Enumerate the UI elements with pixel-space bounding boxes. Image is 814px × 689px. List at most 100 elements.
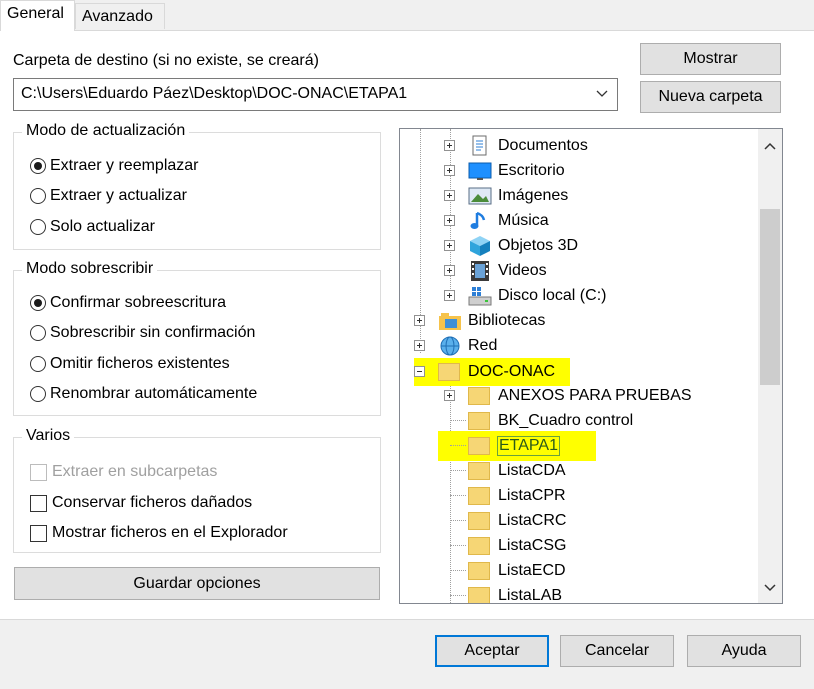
tree-item-label: Documentos xyxy=(498,136,588,154)
tree-item-label: ListaCSG xyxy=(498,536,567,554)
checkbox-keep-broken[interactable]: Conservar ficheros dañados xyxy=(30,492,252,514)
tree-item-label: Red xyxy=(468,336,498,354)
radio-overwrite-no-confirm[interactable]: Sobrescribir sin confirmación xyxy=(30,322,255,344)
tree-item-anexos[interactable]: ANEXOS PARA PRUEBAS xyxy=(444,383,692,408)
radio-extract-replace[interactable]: Extraer y reemplazar xyxy=(30,155,199,177)
documents-icon xyxy=(468,135,492,157)
expand-icon[interactable] xyxy=(444,240,455,251)
videos-icon xyxy=(468,260,492,282)
tree-item-disco-local[interactable]: Disco local (C:) xyxy=(444,283,606,308)
tab-advanced[interactable]: Avanzado xyxy=(75,3,165,29)
radio-confirm-overwrite[interactable]: Confirmar sobreescritura xyxy=(30,292,226,314)
cancel-button[interactable]: Cancelar xyxy=(560,635,674,667)
folder-icon xyxy=(468,510,492,532)
overwrite-mode-title: Modo sobrescribir xyxy=(22,260,158,278)
radio-auto-rename[interactable]: Renombrar automáticamente xyxy=(30,383,257,405)
show-button[interactable]: Mostrar xyxy=(640,43,781,75)
tree-item-musica[interactable]: Música xyxy=(444,208,549,233)
expand-icon[interactable] xyxy=(444,215,455,226)
folder-icon xyxy=(468,585,492,603)
checkbox xyxy=(30,463,47,481)
tree-item-listaecd[interactable]: ListaECD xyxy=(444,558,566,583)
folder-tree[interactable]: Documentos Escritorio Imágenes Música Ob… xyxy=(399,128,783,604)
collapse-icon[interactable] xyxy=(414,366,425,377)
tree-scrollbar[interactable] xyxy=(758,129,782,603)
radio-button[interactable] xyxy=(30,356,46,372)
radio-extract-update[interactable]: Extraer y actualizar xyxy=(30,185,187,207)
radio-button[interactable] xyxy=(30,325,46,341)
tree-item-listacsg[interactable]: ListaCSG xyxy=(444,533,566,558)
new-folder-button[interactable]: Nueva carpeta xyxy=(640,81,781,113)
folder-icon xyxy=(468,410,492,432)
expand-icon[interactable] xyxy=(444,390,455,401)
tree-item-etapa1[interactable]: ETAPA1 xyxy=(438,431,596,461)
tree-item-listalab[interactable]: ListaLAB xyxy=(444,583,562,603)
destination-label: Carpeta de destino (si no existe, se cre… xyxy=(13,52,319,69)
tree-item-label: ANEXOS PARA PRUEBAS xyxy=(498,386,692,404)
chevron-up-icon[interactable] xyxy=(763,139,777,153)
radio-button[interactable] xyxy=(30,219,46,235)
expand-icon[interactable] xyxy=(414,340,425,351)
radio-button[interactable] xyxy=(30,386,46,402)
tree-item-label: Escritorio xyxy=(498,161,565,179)
radio-skip-existing[interactable]: Omitir ficheros existentes xyxy=(30,353,230,375)
radio-button[interactable] xyxy=(30,188,46,204)
tree-item-label: ETAPA1 xyxy=(497,436,560,456)
expand-icon[interactable] xyxy=(444,165,455,176)
expand-icon[interactable] xyxy=(414,315,425,326)
tree-item-label: Imágenes xyxy=(498,186,569,204)
destination-combobox[interactable]: C:\Users\Eduardo Páez\Desktop\DOC-ONAC\E… xyxy=(13,78,618,111)
scroll-thumb[interactable] xyxy=(760,209,780,385)
tree-item-imagenes[interactable]: Imágenes xyxy=(444,183,568,208)
folder-icon xyxy=(468,560,492,582)
expand-icon[interactable] xyxy=(444,190,455,201)
checkbox-show-explorer[interactable]: Mostrar ficheros en el Explorador xyxy=(30,522,288,544)
tree-item-listacpr[interactable]: ListaCPR xyxy=(444,483,566,508)
radio-label: Renombrar automáticamente xyxy=(50,385,258,402)
tree-item-red[interactable]: Red xyxy=(414,333,497,358)
local-disk-icon xyxy=(468,285,492,307)
update-mode-title: Modo de actualización xyxy=(22,122,190,140)
radio-button[interactable] xyxy=(30,158,46,174)
pictures-icon xyxy=(468,185,492,207)
checkbox-extract-subfolders: Extraer en subcarpetas xyxy=(30,461,217,483)
expand-icon[interactable] xyxy=(444,265,455,276)
radio-label: Extraer y reemplazar xyxy=(50,157,199,174)
tree-item-bk-cuadro[interactable]: BK_Cuadro control xyxy=(444,408,633,433)
checkbox[interactable] xyxy=(30,494,47,512)
tab-general[interactable]: General xyxy=(0,0,75,31)
tree-item-listacda[interactable]: ListaCDA xyxy=(444,458,566,483)
tree-item-escritorio[interactable]: Escritorio xyxy=(444,158,565,183)
radio-label: Sobrescribir sin confirmación xyxy=(50,324,256,341)
libraries-icon xyxy=(438,310,462,332)
folder-icon xyxy=(468,535,492,557)
tree-item-label: ListaCDA xyxy=(498,461,566,479)
radio-button[interactable] xyxy=(30,295,46,311)
tree-item-bibliotecas[interactable]: Bibliotecas xyxy=(414,308,545,333)
checkbox-label: Mostrar ficheros en el Explorador xyxy=(52,524,288,541)
tree-item-label: Música xyxy=(498,211,549,229)
radio-label: Solo actualizar xyxy=(50,218,155,235)
radio-label: Extraer y actualizar xyxy=(50,187,187,204)
tree-item-documentos[interactable]: Documentos xyxy=(444,133,588,158)
desktop-icon xyxy=(468,160,492,182)
radio-only-update[interactable]: Solo actualizar xyxy=(30,216,155,238)
tree-item-listacrc[interactable]: ListaCRC xyxy=(444,508,566,533)
tree-item-label: ListaCRC xyxy=(498,511,567,529)
tree-item-objetos3d[interactable]: Objetos 3D xyxy=(444,233,578,258)
expand-icon[interactable] xyxy=(444,290,455,301)
folder-icon xyxy=(468,435,492,457)
accept-button[interactable]: Aceptar xyxy=(435,635,549,667)
checkbox-label: Extraer en subcarpetas xyxy=(52,463,218,480)
tree-item-videos[interactable]: Videos xyxy=(444,258,547,283)
checkbox[interactable] xyxy=(30,524,47,542)
misc-title: Varios xyxy=(22,427,75,445)
help-button[interactable]: Ayuda xyxy=(687,635,801,667)
tree-item-doc-onac[interactable]: DOC-ONAC xyxy=(414,358,570,386)
save-options-button[interactable]: Guardar opciones xyxy=(14,567,380,600)
expand-icon[interactable] xyxy=(444,140,455,151)
music-icon xyxy=(468,210,492,232)
chevron-down-icon[interactable] xyxy=(763,581,777,595)
chevron-down-icon[interactable] xyxy=(595,87,609,101)
folder-icon xyxy=(468,460,492,482)
